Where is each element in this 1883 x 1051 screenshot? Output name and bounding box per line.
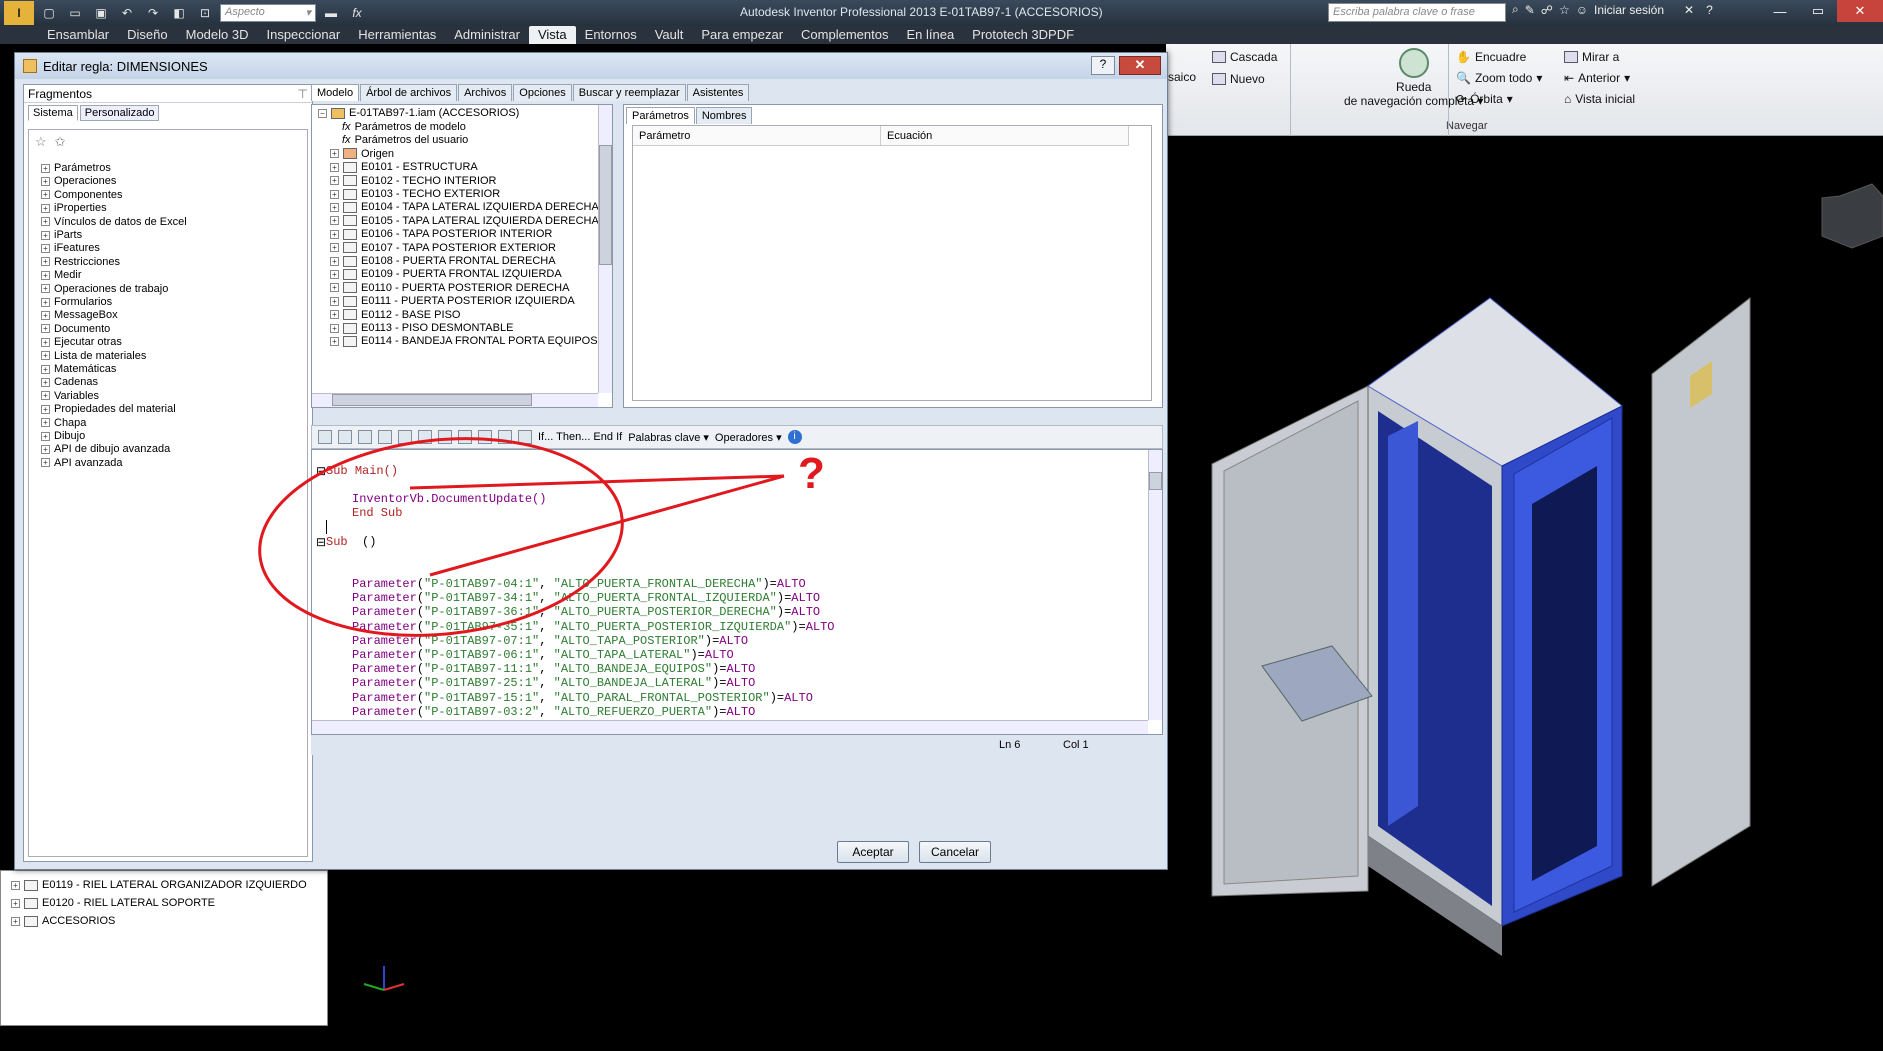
- annotation-question-mark: ?: [798, 449, 825, 498]
- annotation-line-top: [409, 474, 785, 490]
- red-annotation: ?: [258, 437, 825, 637]
- annotation-ellipse: [258, 437, 624, 637]
- annotation-line-bottom: [429, 474, 785, 577]
